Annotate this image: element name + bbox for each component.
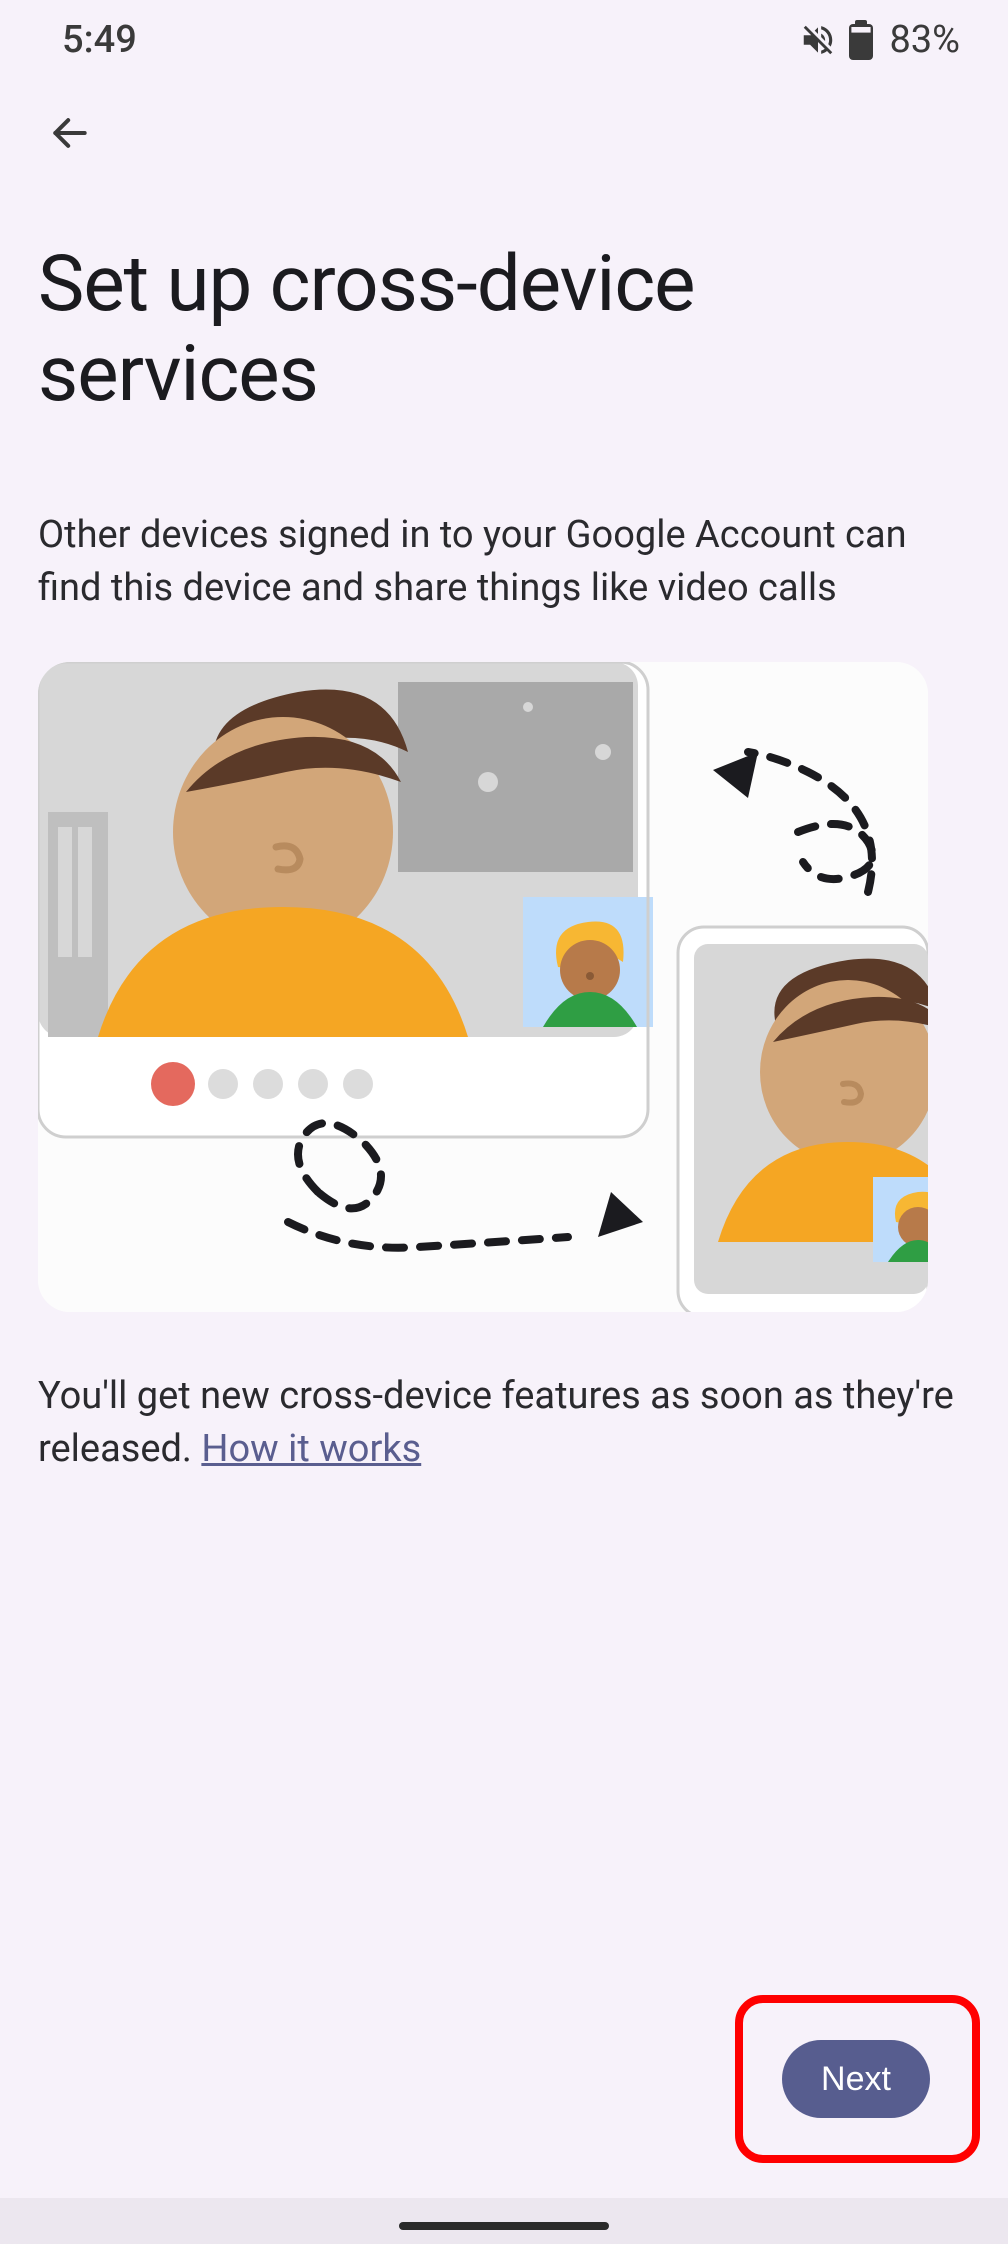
main-content: Set up cross-device services Other devic… (38, 240, 970, 1477)
page-subtitle: Other devices signed in to your Google A… (38, 509, 970, 614)
illustration (38, 662, 928, 1312)
how-it-works-link[interactable]: How it works (201, 1427, 421, 1471)
status-bar: 5:49 83% (0, 0, 1008, 80)
bottom-strip (0, 2198, 1008, 2244)
page-title: Set up cross-device services (38, 240, 970, 419)
status-time: 5:49 (62, 18, 137, 62)
next-button[interactable]: Next (782, 2040, 930, 2118)
back-button[interactable] (40, 104, 100, 164)
arrow-left-icon (48, 111, 92, 158)
battery-percent: 83% (889, 18, 960, 62)
gesture-bar (399, 2222, 609, 2230)
footnote: You'll get new cross-device features as … (38, 1370, 970, 1476)
volume-muted-icon (799, 21, 837, 59)
status-right: 83% (799, 18, 960, 62)
footnote-text: You'll get new cross-device features as … (38, 1374, 954, 1471)
battery-icon (849, 20, 873, 60)
